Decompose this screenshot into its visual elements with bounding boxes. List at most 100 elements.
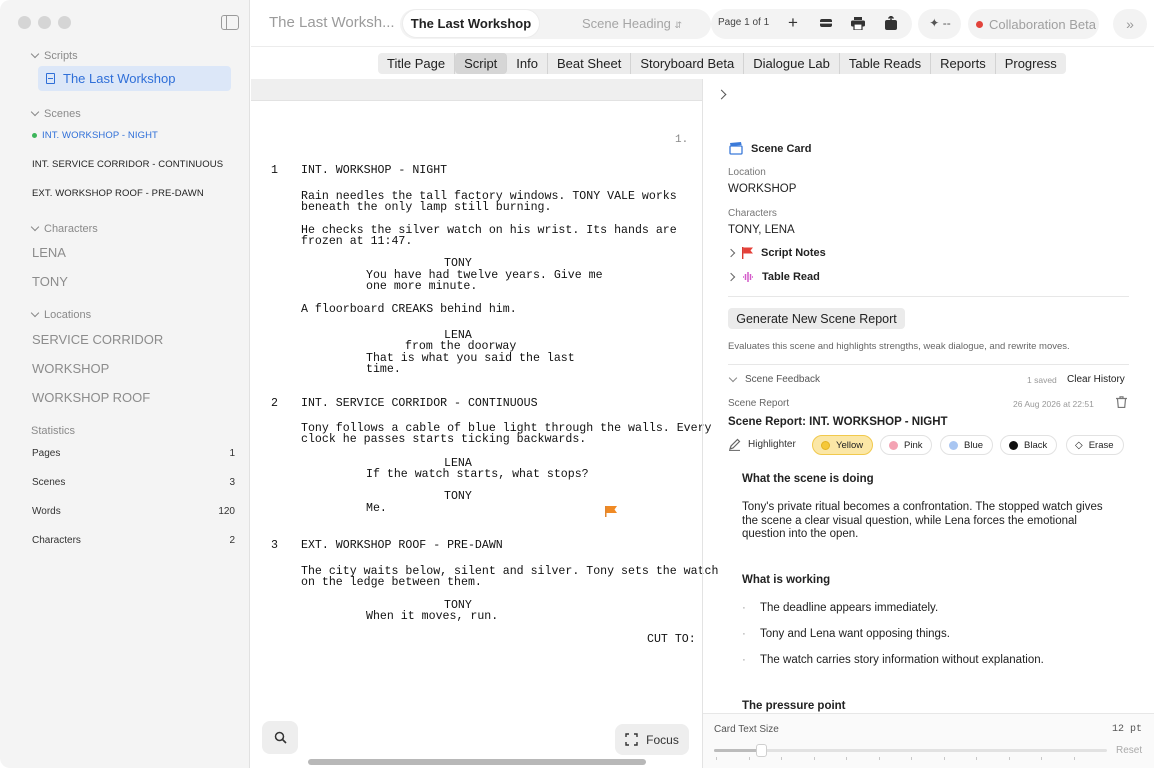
tab-title-page[interactable]: Title Page — [378, 53, 456, 74]
scenes-header-label: Scenes — [44, 108, 81, 120]
table-read-row[interactable]: Table Read — [726, 271, 820, 283]
action-line[interactable]: on the ledge between them. — [301, 577, 482, 589]
double-chevron-right-icon[interactable]: » — [1113, 9, 1147, 39]
location-label: Location — [728, 167, 766, 178]
slider-thumb[interactable] — [756, 744, 768, 757]
tab-table-reads[interactable]: Table Reads — [840, 53, 932, 74]
sparkle-icon: ✦ — [929, 16, 940, 30]
sidebar-character-lena[interactable]: LENA — [32, 245, 66, 260]
text-size-slider[interactable] — [714, 744, 1107, 757]
collaboration-button[interactable]: Collaboration Beta — [968, 9, 1099, 39]
page-number: 1. — [675, 134, 689, 146]
tab-reports[interactable]: Reports — [931, 53, 996, 74]
scan-icon[interactable] — [817, 14, 835, 32]
zoom-window-button[interactable] — [58, 16, 71, 29]
tab-storyboard[interactable]: Storyboard Beta — [631, 53, 745, 74]
erase-button[interactable]: ◇ Erase — [1066, 435, 1124, 455]
highlighter-label-row: Highlighter — [728, 438, 796, 451]
clear-history-button[interactable]: Clear History — [1067, 374, 1125, 385]
scene-heading-line[interactable]: INT. WORKSHOP - NIGHT — [301, 165, 447, 177]
sidebar-location-service-corridor[interactable]: SERVICE CORRIDOR — [32, 332, 163, 347]
highlight-pink-button[interactable]: Pink — [880, 435, 933, 455]
sidebar-scene-2[interactable]: INT. SERVICE CORRIDOR - CONTINUOUS — [32, 159, 223, 170]
scenes-section-header[interactable]: Scenes — [30, 107, 81, 120]
tab-the-last-workshop[interactable]: The Last Workshop — [403, 10, 539, 37]
status-dot-icon — [976, 20, 983, 28]
chevron-down-icon — [728, 373, 738, 382]
reset-button[interactable]: Reset — [1116, 745, 1142, 756]
dialogue-line[interactable]: time. — [366, 364, 401, 376]
dialogue-line[interactable]: If the watch starts, what stops? — [366, 469, 589, 481]
sidebar-item-script[interactable]: The Last Workshop — [38, 66, 231, 91]
sidebar-character-tony[interactable]: TONY — [32, 274, 68, 289]
slider-fill — [714, 749, 762, 752]
add-icon[interactable]: + — [784, 13, 802, 32]
highlight-black-button[interactable]: Black — [1000, 435, 1058, 455]
sidebar-toggle-icon[interactable] — [221, 15, 239, 30]
scene-heading-line[interactable]: EXT. WORKSHOP ROOF - PRE-DAWN — [301, 540, 503, 552]
spark-button-content[interactable]: ✦ -- — [924, 14, 956, 32]
scene-heading-select[interactable]: Scene Heading ⇵ — [582, 16, 682, 31]
character-cue[interactable]: TONY — [444, 491, 472, 503]
minimize-window-button[interactable] — [38, 16, 51, 29]
tab-script[interactable]: Script — [455, 53, 508, 74]
close-window-button[interactable] — [18, 16, 31, 29]
panel-divider[interactable] — [702, 79, 703, 768]
focus-button[interactable]: Focus — [615, 724, 689, 755]
bullet-marker: · — [742, 602, 746, 614]
tab-beat-sheet[interactable]: Beat Sheet — [548, 53, 632, 74]
dialogue-line[interactable]: When it moves, run. — [366, 611, 498, 623]
action-line[interactable]: beneath the only lamp still burning. — [301, 202, 551, 214]
scene-heading-line[interactable]: INT. SERVICE CORRIDOR - CONTINUOUS — [301, 398, 538, 410]
trash-icon[interactable] — [1116, 396, 1127, 408]
collapse-inspector-icon[interactable] — [716, 89, 727, 100]
transition-line[interactable]: CUT TO: — [647, 634, 696, 646]
bullet-text: Tony and Lena want opposing things. — [760, 628, 950, 640]
flag-note-icon[interactable] — [605, 506, 617, 517]
toolbar-divider — [251, 46, 1154, 47]
scene-card-title: Scene Card — [751, 143, 812, 155]
erase-label: Erase — [1088, 439, 1114, 451]
scripts-section-header[interactable]: Scripts — [30, 49, 78, 62]
print-icon[interactable] — [849, 14, 867, 32]
chevron-down-icon — [30, 222, 40, 232]
highlight-blue-button[interactable]: Blue — [940, 435, 994, 455]
stat-scenes-value: 3 — [229, 477, 235, 488]
yellow-swatch-icon — [821, 440, 830, 450]
bullet-text: The deadline appears immediately. — [760, 602, 939, 614]
report-section-heading: What is working — [742, 574, 831, 586]
tab-dialogue-lab[interactable]: Dialogue Lab — [744, 53, 840, 74]
parenthetical-line[interactable]: from the doorway — [405, 341, 516, 353]
slider-tick — [781, 757, 782, 760]
script-notes-label: Script Notes — [761, 247, 826, 259]
tab-progress[interactable]: Progress — [996, 53, 1066, 74]
action-line[interactable]: clock he passes starts ticking backwards… — [301, 434, 586, 446]
updown-chevron-icon: ⇵ — [674, 20, 683, 30]
locations-section-header[interactable]: Locations — [30, 308, 92, 321]
action-line[interactable]: A floorboard CREAKS behind him. — [301, 304, 517, 316]
action-line[interactable]: frozen at 11:47. — [301, 236, 412, 248]
sidebar-scene-3[interactable]: EXT. WORKSHOP ROOF - PRE-DAWN — [32, 188, 204, 199]
characters-section-header[interactable]: Characters — [30, 222, 98, 235]
dialogue-line[interactable]: one more minute. — [366, 281, 477, 293]
highlight-yellow-button[interactable]: Yellow — [812, 435, 874, 455]
sidebar-scene-1[interactable]: INT. WORKSHOP - NIGHT — [32, 130, 158, 141]
scene-number: 1 — [271, 164, 278, 177]
dialogue-line[interactable]: Me. — [366, 503, 387, 515]
sidebar-location-workshop-roof[interactable]: WORKSHOP ROOF — [32, 390, 150, 405]
report-text-line: question into the open. — [742, 528, 859, 540]
tab-info[interactable]: Info — [507, 53, 548, 74]
search-button[interactable] — [262, 721, 298, 754]
scene-feedback-toggle[interactable]: Scene Feedback — [728, 373, 820, 385]
locations-header-label: Locations — [44, 309, 92, 321]
expand-icon — [625, 733, 638, 746]
generate-report-button[interactable]: Generate New Scene Report — [728, 308, 905, 329]
table-read-label: Table Read — [762, 271, 820, 283]
script-notes-row[interactable]: Script Notes — [726, 247, 826, 259]
black-swatch-icon — [1009, 440, 1018, 450]
character-cue[interactable]: TONY — [444, 258, 472, 270]
share-icon[interactable] — [882, 14, 900, 32]
sidebar-location-workshop[interactable]: WORKSHOP — [32, 361, 109, 376]
scene-heading-label: Scene Heading — [582, 16, 671, 31]
horizontal-scrollbar[interactable] — [308, 759, 646, 765]
